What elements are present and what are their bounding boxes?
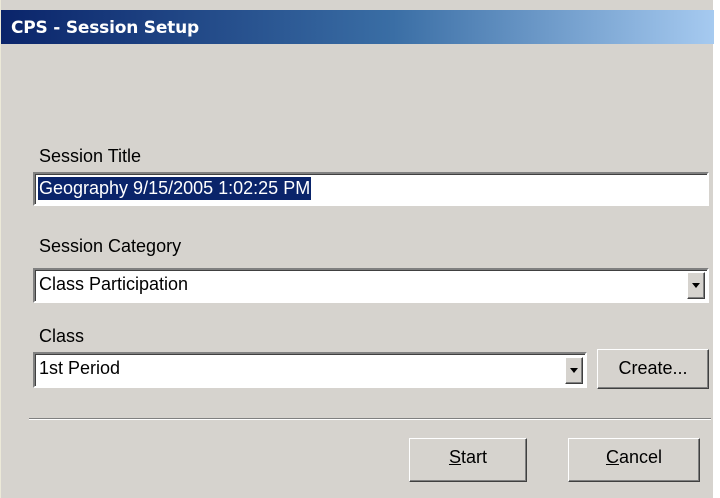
class-select[interactable]: 1st Period <box>33 352 587 388</box>
start-button[interactable]: Start <box>409 438 527 482</box>
session-setup-dialog: CPS - Session Setup Session Title Geogra… <box>0 0 714 498</box>
start-label-rest: tart <box>461 447 488 467</box>
session-category-select[interactable]: Class Participation <box>33 268 709 303</box>
session-category-label: Session Category <box>39 236 182 256</box>
session-category-value: Class Participation <box>39 274 189 294</box>
create-class-label: Create... <box>618 358 688 378</box>
chevron-down-icon <box>692 283 700 288</box>
chevron-down-icon <box>570 368 578 373</box>
cancel-hotkey: C <box>605 447 619 467</box>
cancel-button[interactable]: Cancel <box>568 438 700 482</box>
window-title: CPS - Session Setup <box>11 18 199 38</box>
session-category-dropdown-button[interactable] <box>687 272 705 299</box>
start-hotkey: S <box>448 447 461 467</box>
title-bar[interactable]: CPS - Session Setup <box>1 10 714 44</box>
cancel-label-rest: ancel <box>618 447 663 467</box>
separator <box>29 418 711 420</box>
create-class-button[interactable]: Create... <box>597 349 709 389</box>
session-title-input[interactable]: Geography 9/15/2005 1:02:25 PM <box>33 172 709 206</box>
session-title-label: Session Title <box>39 146 142 166</box>
class-label: Class <box>39 326 85 346</box>
class-value: 1st Period <box>39 358 121 378</box>
session-title-value: Geography 9/15/2005 1:02:25 PM <box>38 177 312 200</box>
class-dropdown-button[interactable] <box>565 357 583 384</box>
